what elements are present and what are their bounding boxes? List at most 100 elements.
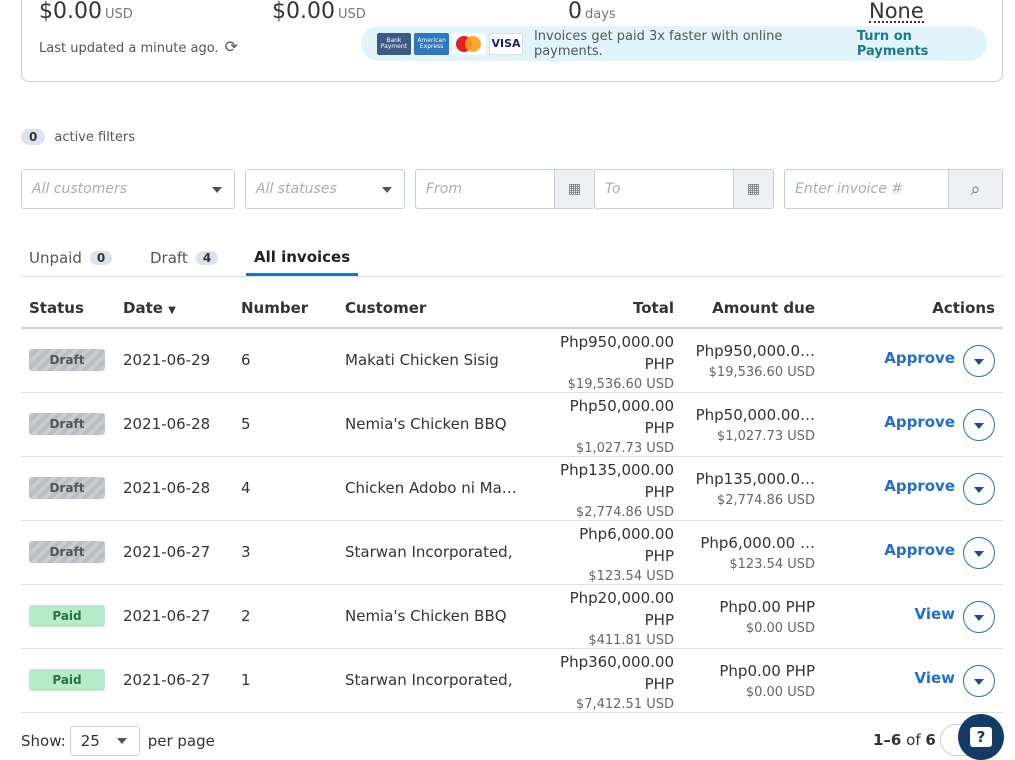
table-header: Status Date ▼ Number Customer Total Amou… xyxy=(21,290,1003,329)
per-page-select[interactable]: 25 xyxy=(69,726,140,756)
amount-due: Php135,000.0… $2,774.86 USD xyxy=(695,470,815,508)
from-date-input[interactable]: From ▦ xyxy=(415,169,595,209)
customer-name: Makati Chicken Sisig xyxy=(345,351,499,369)
status-badge: Paid xyxy=(29,669,105,691)
visa-icon: VISA xyxy=(489,32,523,55)
more-actions-dropdown[interactable] xyxy=(963,537,995,569)
approve-button[interactable]: Approve xyxy=(884,477,955,495)
amount-due: Php0.00 PHP $0.00 USD xyxy=(719,598,815,636)
table-row[interactable]: Paid 2021-06-27 2 Nemia's Chicken BBQ Ph… xyxy=(21,585,1003,649)
sort-down-icon: ▼ xyxy=(168,305,176,316)
status-select[interactable]: All statuses xyxy=(245,169,405,209)
filter-label: active filters xyxy=(54,129,136,145)
customer-name: Nemia's Chicken BBQ xyxy=(345,607,507,625)
more-actions-dropdown[interactable] xyxy=(963,345,995,377)
header-date[interactable]: Date ▼ xyxy=(123,299,176,317)
header-status: Status xyxy=(29,299,84,317)
table-row[interactable]: Paid 2021-06-27 1 Starwan Incorporated, … xyxy=(21,649,1003,713)
view-button[interactable]: View xyxy=(914,605,955,623)
table-row[interactable]: Draft 2021-06-27 3 Starwan Incorporated,… xyxy=(21,521,1003,585)
tab-all-invoices[interactable]: All invoices xyxy=(246,240,359,276)
invoice-date: 2021-06-27 xyxy=(123,671,211,689)
invoice-date: 2021-06-29 xyxy=(123,351,211,369)
help-button[interactable]: ? xyxy=(958,714,1004,760)
header-actions: Actions xyxy=(932,299,995,317)
header-number: Number xyxy=(241,299,309,317)
chevron-down-icon xyxy=(116,738,127,744)
invoice-total: Php20,000.00 PHP $411.81 USD xyxy=(569,589,674,648)
customer-name: Starwan Incorporated, xyxy=(345,671,513,689)
mastercard-icon xyxy=(452,32,487,55)
invoice-total: Php6,000.00 PHP $123.54 USD xyxy=(579,525,674,584)
status-badge: Draft xyxy=(29,349,105,371)
invoice-number-input[interactable]: Enter invoice # ⌕ xyxy=(784,169,1003,209)
more-actions-dropdown[interactable] xyxy=(963,409,995,441)
customer-name: Chicken Adobo ni Ma… xyxy=(345,479,517,497)
calendar-icon[interactable]: ▦ xyxy=(554,170,594,208)
more-actions-dropdown[interactable] xyxy=(963,665,995,697)
status-badge: Draft xyxy=(29,477,105,499)
pagination-footer: Show: 25 per page xyxy=(21,726,215,756)
invoice-number: 3 xyxy=(241,543,251,561)
invoice-date: 2021-06-27 xyxy=(123,543,211,561)
table-row[interactable]: Draft 2021-06-28 5 Nemia's Chicken BBQ P… xyxy=(21,393,1003,457)
invoice-total: Php50,000.00 PHP $1,027.73 USD xyxy=(569,397,674,456)
invoice-number: 5 xyxy=(241,415,251,433)
status-badge: Draft xyxy=(29,413,105,435)
bank-payment-icon: Bank Payment xyxy=(377,32,411,55)
page-range: 1–6 of 6 xyxy=(873,731,936,749)
last-updated: Last updated a minute ago. ⟳ xyxy=(39,37,238,56)
invoice-number: 2 xyxy=(241,607,251,625)
invoice-total: Php135,000.00 PHP $2,774.86 USD xyxy=(560,461,674,520)
table-row[interactable]: Draft 2021-06-28 4 Chicken Adobo ni Ma… … xyxy=(21,457,1003,521)
tab-draft[interactable]: Draft 4 xyxy=(150,240,219,276)
header-customer: Customer xyxy=(345,299,427,317)
payments-banner: Bank Payment American Express VISA Invoi… xyxy=(361,26,987,61)
header-amount-due: Amount due xyxy=(712,299,815,317)
summary-card: $0.00 USD $0.00 USD 0 days None Last update… xyxy=(21,0,1003,82)
per-page-label: per page xyxy=(147,732,215,750)
chevron-down-icon xyxy=(382,187,392,193)
search-icon[interactable]: ⌕ xyxy=(948,170,1002,208)
summary-value-1: $0.00 USD xyxy=(39,0,133,24)
header-total: Total xyxy=(633,299,674,317)
banner-text: Invoices get paid 3x faster with online … xyxy=(533,28,783,59)
invoice-date: 2021-06-28 xyxy=(123,415,211,433)
approve-button[interactable]: Approve xyxy=(884,413,955,431)
refresh-icon[interactable]: ⟳ xyxy=(225,37,238,56)
invoice-number: 1 xyxy=(241,671,251,689)
to-date-input[interactable]: To ▦ xyxy=(594,169,774,209)
invoice-date: 2021-06-28 xyxy=(123,479,211,497)
approve-button[interactable]: Approve xyxy=(884,541,955,559)
invoice-total: Php950,000.00 PHP $19,536.60 USD xyxy=(560,333,674,392)
amount-due: Php50,000.00… $1,027.73 USD xyxy=(695,406,815,444)
summary-value-2: $0.00 USD xyxy=(272,0,366,24)
customer-name: Starwan Incorporated, xyxy=(345,543,513,561)
amount-due: Php950,000.0… $19,536.60 USD xyxy=(695,342,815,380)
invoice-total: Php360,000.00 PHP $7,412.51 USD xyxy=(560,653,674,712)
customer-name: Nemia's Chicken BBQ xyxy=(345,415,507,433)
filter-count: 0 xyxy=(21,129,46,145)
invoice-tabs: Unpaid 0 Draft 4 All invoices xyxy=(21,240,1003,277)
none-value[interactable]: None xyxy=(869,1,924,23)
amount-due: Php6,000.00 … $123.54 USD xyxy=(700,534,815,572)
table-row[interactable]: Draft 2021-06-29 6 Makati Chicken Sisig … xyxy=(21,329,1003,393)
approve-button[interactable]: Approve xyxy=(884,349,955,367)
help-icon: ? xyxy=(970,727,992,747)
more-actions-dropdown[interactable] xyxy=(963,473,995,505)
show-label: Show: xyxy=(21,732,66,750)
active-filters: 0 active filters xyxy=(21,129,135,145)
customer-select[interactable]: All customers xyxy=(21,169,235,209)
invoice-date: 2021-06-27 xyxy=(123,607,211,625)
more-actions-dropdown[interactable] xyxy=(963,601,995,633)
chevron-down-icon xyxy=(212,187,222,193)
status-badge: Draft xyxy=(29,541,105,563)
status-badge: Paid xyxy=(29,605,105,627)
view-button[interactable]: View xyxy=(914,669,955,687)
tab-unpaid[interactable]: Unpaid 0 xyxy=(29,240,113,276)
amount-due: Php0.00 PHP $0.00 USD xyxy=(719,662,815,700)
turn-on-payments-link[interactable]: Turn on Payments xyxy=(857,29,987,59)
calendar-icon[interactable]: ▦ xyxy=(733,170,773,208)
invoice-number: 4 xyxy=(241,479,251,497)
summary-value-3: 0 days xyxy=(568,0,616,24)
